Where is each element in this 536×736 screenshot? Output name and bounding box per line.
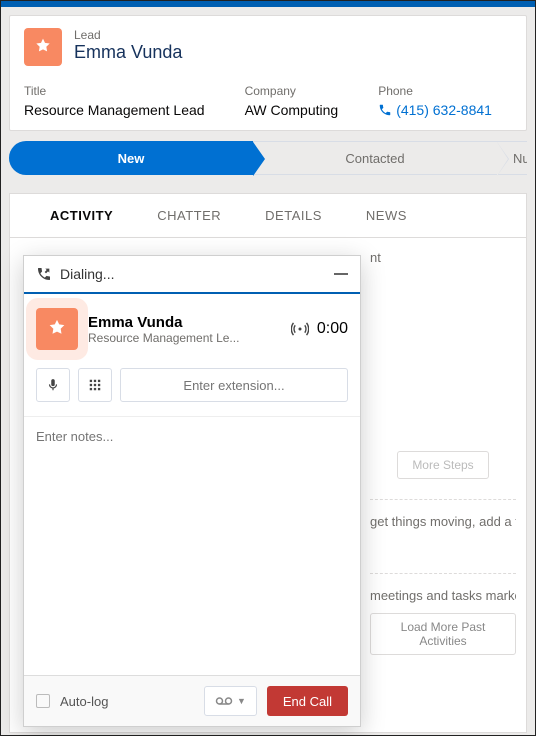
callee-title: Resource Management Le... [88,331,239,345]
record-name: Emma Vunda [74,42,182,63]
tab-details[interactable]: DETAILS [243,194,344,237]
mute-button[interactable] [36,368,70,402]
notes-textarea[interactable] [36,429,348,663]
field-label-company: Company [245,84,339,98]
dialer-popup: Dialing... Emma Vunda Resource Managemen… [23,255,361,727]
lead-icon [24,28,62,66]
record-type-label: Lead [74,28,182,42]
phone-out-icon [36,266,52,282]
voicemail-icon [215,696,233,706]
load-more-button[interactable]: Load More Past Activities [370,613,516,655]
field-value-title: Resource Management Lead [24,102,205,118]
call-timer: 0:00 [317,320,348,338]
microphone-icon [46,378,60,392]
keypad-icon [88,378,102,392]
phone-icon [378,103,392,117]
field-label-title: Title [24,84,205,98]
autolog-label: Auto-log [60,694,108,709]
field-value-company: AW Computing [245,102,339,118]
path-stage-contacted[interactable]: Contacted [253,141,497,175]
keypad-button[interactable] [78,368,112,402]
callee-avatar [36,308,78,350]
phone-link[interactable]: (415) 632-8841 [378,102,492,118]
extension-input[interactable] [120,368,348,402]
autolog-checkbox[interactable] [36,694,50,708]
tab-chatter[interactable]: CHATTER [135,194,243,237]
tab-activity[interactable]: ACTIVITY [28,194,135,237]
field-label-phone: Phone [378,84,492,98]
voicemail-dropdown[interactable]: ▼ [204,686,257,716]
record-highlights: Lead Emma Vunda Title Resource Managemen… [9,15,527,131]
minimize-button[interactable] [334,273,348,275]
broadcast-icon [291,320,309,338]
bg-text-nt: nt [370,250,516,265]
bg-row-1: get things moving, add a task o [370,499,516,533]
dialer-status: Dialing... [60,266,114,282]
bg-row-2: meetings and tasks marked a [370,573,516,607]
end-call-button[interactable]: End Call [267,686,348,716]
chevron-down-icon: ▼ [237,696,246,706]
tab-news[interactable]: NEWS [344,194,429,237]
callee-name: Emma Vunda [88,314,239,331]
sales-path: New Contacted Nu [9,141,527,175]
more-steps-button[interactable]: More Steps [397,451,488,479]
path-stage-new[interactable]: New [9,141,253,175]
